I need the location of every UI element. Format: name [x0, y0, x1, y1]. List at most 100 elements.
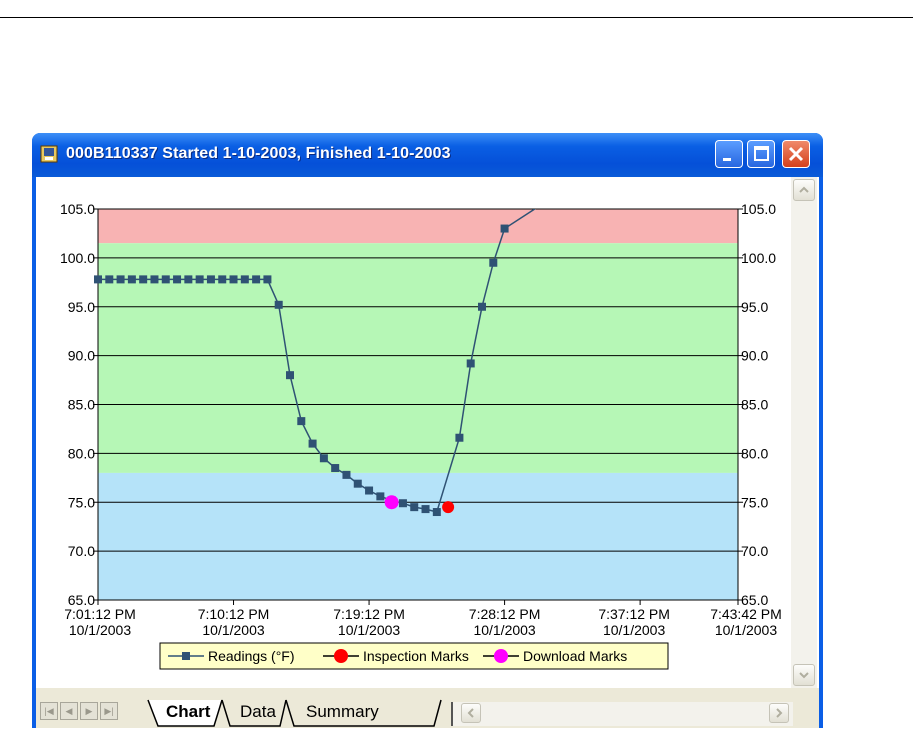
x-tick-date: 10/1/2003	[715, 622, 777, 638]
reading-point	[365, 486, 374, 495]
band-1	[98, 243, 738, 473]
reading-point	[252, 275, 261, 284]
chart-legend: Readings (°F) Inspection Marks Download Ma…	[159, 642, 669, 670]
x-tick-date: 10/1/2003	[603, 622, 665, 638]
window-client: 105.0 105.0 100.0 100.0 95.0 95.0 90.0 90.0 85.0…	[36, 177, 819, 728]
next-sheet-button[interactable]: ▶	[80, 702, 98, 720]
reading-point	[240, 275, 249, 284]
last-icon: ▶|	[104, 706, 114, 716]
reading-point	[376, 492, 385, 501]
x-tick-time: 7:10:12 PM	[198, 606, 270, 622]
y-tick-label-right: 90.0	[741, 348, 768, 364]
next-icon: ▶	[85, 706, 93, 716]
scroll-up-button[interactable]	[793, 179, 815, 201]
reading-point	[94, 275, 102, 284]
reading-point	[342, 470, 351, 479]
legend-label: Readings (°F)	[208, 648, 295, 664]
chart-area: 105.0 105.0 100.0 100.0 95.0 95.0 90.0 90.0 85.0…	[36, 177, 791, 688]
reading-point	[116, 275, 125, 284]
reading-point	[432, 508, 441, 517]
y-tick-label: 95.0	[68, 299, 95, 315]
chevron-right-icon	[776, 708, 783, 718]
y-tick-label-right: 95.0	[741, 299, 768, 315]
x-tick-date: 10/1/2003	[202, 622, 264, 638]
sheet-tab-bar: |◀ ◀ ▶ ▶| Chart Data Summary	[36, 688, 819, 728]
first-sheet-button[interactable]: |◀	[40, 702, 58, 720]
reading-point	[184, 275, 193, 284]
legend-marker	[334, 649, 348, 663]
y-tick-label-right: 80.0	[741, 445, 768, 461]
reading-point	[105, 275, 114, 284]
last-sheet-button[interactable]: ▶|	[100, 702, 118, 720]
x-tick-time: 7:01:12 PM	[64, 606, 136, 622]
reading-point	[263, 275, 272, 284]
prev-icon: ◀	[65, 706, 73, 716]
chevron-left-icon	[467, 708, 474, 718]
reading-point	[195, 275, 204, 284]
reading-point	[173, 275, 182, 284]
chevron-up-icon	[799, 186, 809, 193]
inspection-mark-point	[442, 501, 455, 514]
maximize-icon	[754, 146, 769, 161]
chart-window: 000B110337 Started 1-10-2003, Finished 1…	[32, 133, 823, 728]
prev-sheet-button[interactable]: ◀	[60, 702, 78, 720]
tab-data[interactable]: Data	[240, 698, 276, 724]
reading-point	[353, 479, 362, 488]
x-tick-date: 10/1/2003	[69, 622, 131, 638]
window-title: 000B110337 Started 1-10-2003, Finished 1…	[66, 145, 451, 162]
y-tick-label-right: 70.0	[741, 543, 768, 559]
vertical-scrollbar[interactable]	[791, 177, 817, 688]
maximize-button[interactable]	[747, 140, 775, 168]
y-tick-label: 90.0	[68, 348, 95, 364]
legend-label: Download Marks	[523, 648, 627, 664]
reading-point	[319, 454, 328, 463]
temperature-chart: 105.0 105.0 100.0 100.0 95.0 95.0 90.0 90.0 85.0…	[60, 201, 782, 670]
minimize-icon	[723, 158, 731, 161]
y-tick-label-right: 100.0	[741, 250, 776, 266]
reading-point	[297, 417, 306, 426]
band-0	[98, 209, 738, 244]
reading-point	[206, 275, 215, 284]
reading-point	[286, 371, 294, 380]
reading-point	[150, 275, 159, 284]
reading-point	[489, 258, 498, 267]
reading-point	[500, 224, 509, 233]
legend-marker	[182, 652, 190, 660]
reading-point	[455, 433, 464, 442]
x-tick-time: 7:43:42 PM	[710, 606, 782, 622]
app-icon	[40, 145, 58, 163]
scroll-left-button[interactable]	[461, 703, 481, 723]
horizontal-scrollbar[interactable]	[451, 702, 793, 726]
scroll-right-button[interactable]	[769, 703, 789, 723]
reading-point	[161, 275, 170, 284]
legend-label: Inspection Marks	[363, 648, 469, 664]
y-tick-label: 70.0	[68, 543, 95, 559]
reading-point	[398, 499, 407, 508]
reading-point	[218, 275, 227, 284]
legend-marker	[494, 649, 508, 663]
x-tick-date: 10/1/2003	[473, 622, 535, 638]
x-tick-date: 10/1/2003	[338, 622, 400, 638]
y-tick-label-right: 105.0	[741, 201, 776, 217]
reading-point	[127, 275, 136, 284]
minimize-button[interactable]	[715, 140, 743, 168]
title-bar[interactable]: 000B110337 Started 1-10-2003, Finished 1…	[32, 133, 823, 177]
close-icon	[788, 146, 804, 162]
y-tick-label-right: 85.0	[741, 397, 768, 413]
reading-point	[308, 439, 317, 448]
x-tick-time: 7:37:12 PM	[598, 606, 670, 622]
page-top-rule	[0, 17, 913, 18]
y-tick-label: 105.0	[60, 201, 95, 217]
tab-chart[interactable]: Chart	[166, 698, 210, 724]
reading-point	[274, 300, 283, 309]
y-tick-label: 75.0	[68, 494, 95, 510]
scroll-down-button[interactable]	[793, 664, 815, 686]
reading-point	[466, 359, 475, 368]
chevron-down-icon	[799, 672, 809, 679]
y-tick-label: 85.0	[68, 397, 95, 413]
download-mark-point	[384, 495, 399, 510]
y-tick-label: 80.0	[68, 445, 95, 461]
reading-point	[478, 302, 486, 311]
close-button[interactable]	[782, 140, 810, 168]
tab-summary[interactable]: Summary	[306, 698, 379, 724]
